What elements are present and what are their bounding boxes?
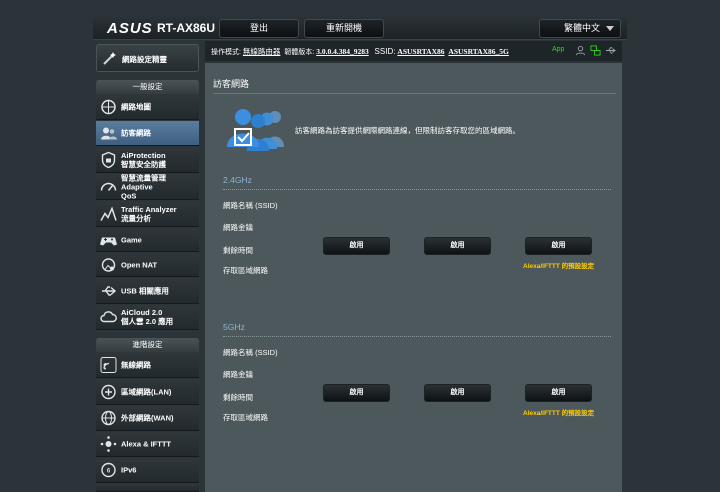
app-link[interactable]: App (552, 46, 564, 53)
ipv6-icon: 6 (101, 462, 116, 478)
remaining-time-row-label: 剩餘時間 (223, 393, 253, 402)
sidebar-item-label: 訪客網路 (121, 128, 151, 138)
top-banner: ASUS RT-AX86U 登出 重新開機 繁體中文 (93, 16, 627, 40)
network-status-icon[interactable] (590, 45, 601, 56)
open-nat-icon (101, 257, 116, 272)
sidebar-item-label: 區域網路(LAN) (121, 387, 172, 396)
alexa-default-note-24: Alexa/IFTTT 的預設設定 (523, 263, 595, 270)
sidebar-item-label: 無線網路 (121, 360, 151, 369)
ssid-row-label: 網路名稱 (SSID) (223, 201, 278, 210)
guest-network-description: 訪客網路為訪客提供網際網路連線，但限制訪客存取您的區域網路。 (295, 126, 520, 135)
usb-status-icon[interactable] (605, 45, 616, 56)
alexa-default-note-5: Alexa/IFTTT 的預設設定 (523, 410, 595, 417)
enable-guest-5-3-button[interactable]: 啟用 (525, 384, 592, 402)
enable-guest-24-1-button[interactable]: 啟用 (323, 237, 390, 255)
game-controller-icon (100, 237, 117, 245)
sidebar-item-network-map[interactable]: 網路地圖 (96, 94, 199, 120)
sidebar-item-label: IPv6 (121, 465, 137, 475)
aiprotection-icon (101, 151, 116, 168)
sidebar-item-guest-network[interactable]: 訪客網路 (96, 121, 199, 146)
enable-guest-5-2-button[interactable]: 啟用 (424, 384, 491, 402)
usb-icon (102, 285, 117, 296)
network-key-row-label: 網路金鑰 (223, 223, 253, 232)
sidebar-item-label: Open NAT (121, 260, 158, 269)
advanced-settings-header: 進階設定 (96, 338, 199, 352)
sidebar-item-label: AiCloud 2.0 個人雲 2.0 應用 (121, 308, 174, 326)
quick-setup-label: 網路設定精靈 (122, 55, 167, 64)
quick-setup-button[interactable]: 網路設定精靈 (96, 44, 199, 72)
sidebar-item-label: 智慧流量管理 Adaptive QoS (121, 173, 166, 200)
status-bar: 操作模式: 無線路由器 韌體版本: 3.0.0.4.384_9283 SSID:… (205, 41, 622, 61)
sidebar-item-ipv6[interactable]: 6 IPv6 (96, 458, 199, 483)
network-key-row-label: 網路金鑰 (223, 370, 253, 379)
page-title: 訪客網路 (213, 79, 250, 89)
traffic-analyzer-icon (100, 205, 117, 221)
band-divider (223, 189, 611, 190)
wizard-wand-icon (103, 52, 116, 65)
sidebar-item-partial[interactable] (96, 484, 199, 492)
chevron-down-icon (606, 26, 614, 31)
sidebar-item-aiprotection[interactable]: AiProtection 智慧安全防護 (96, 147, 199, 173)
intranet-access-row-label: 存取區域網路 (223, 413, 268, 422)
band-5ghz-title: 5GHz (223, 322, 245, 332)
asus-logo: ASUS (107, 20, 153, 37)
sidebar-item-label: USB 相關應用 (121, 286, 169, 295)
ssid-label: SSID: (374, 47, 396, 56)
sidebar-item-lan[interactable]: 區域網路(LAN) (96, 379, 199, 405)
main-panel: 訪客網路 訪客網路為訪客提供網際網路連線，但限制訪客存取您的區域網路。 2.4G… (205, 63, 622, 492)
band-divider (223, 336, 611, 337)
operation-mode-label: 操作模式: (211, 49, 241, 56)
sidebar-item-wireless[interactable]: 無線網路 (96, 352, 199, 378)
sidebar-item-label: Alexa & IFTTT (121, 439, 172, 449)
aicloud-icon (100, 311, 117, 323)
sidebar-item-label: Traffic Analyzer 流量分析 (121, 204, 177, 223)
enable-guest-24-3-button[interactable]: 啟用 (525, 237, 592, 255)
router-model: RT-AX86U (157, 21, 216, 35)
alexa-icon (100, 436, 117, 452)
lan-icon (101, 384, 116, 399)
language-label: 繁體中文 (564, 23, 601, 33)
svg-text:6: 6 (107, 469, 111, 475)
reboot-button[interactable]: 重新開機 (304, 19, 384, 38)
sidebar-item-wan[interactable]: 外部網路(WAN) (96, 406, 199, 431)
firmware-link[interactable]: 3.0.0.4.384_9283 (316, 47, 369, 56)
enable-guest-24-2-button[interactable]: 啟用 (424, 237, 491, 255)
sidebar-item-open-nat[interactable]: Open NAT (96, 253, 199, 277)
sidebar-item-label: AiProtection 智慧安全防護 (121, 150, 166, 169)
sidebar-item-label: 網路地圖 (121, 102, 151, 111)
guest-network-icon (101, 127, 117, 140)
sidebar-item-traffic-analyzer[interactable]: Traffic Analyzer 流量分析 (96, 201, 199, 227)
remaining-time-row-label: 剩餘時間 (223, 246, 253, 255)
logout-button[interactable]: 登出 (219, 19, 299, 38)
sidebar-item-game[interactable]: Game (96, 228, 199, 252)
qos-gauge-icon (100, 182, 117, 191)
sidebar-item-adaptive-qos[interactable]: 智慧流量管理 Adaptive QoS (96, 173, 199, 200)
ssid-24-link[interactable]: ASUSRTAX86 (397, 47, 444, 56)
general-settings-header: 一般設定 (96, 80, 199, 94)
sidebar-item-label: 外部網路(WAN) (121, 413, 174, 423)
wan-globe-icon (101, 410, 116, 426)
band-24ghz-title: 2.4GHz (223, 175, 252, 185)
sidebar-item-usb[interactable]: USB 相關應用 (96, 278, 199, 304)
sidebar-item-alexa-ifttt[interactable]: Alexa & IFTTT (96, 432, 199, 457)
ssid-row-label: 網路名稱 (SSID) (223, 348, 278, 357)
enable-guest-5-1-button[interactable]: 啟用 (323, 384, 390, 402)
title-divider (213, 93, 616, 94)
guest-users-illustration-icon (227, 109, 284, 151)
language-select[interactable]: 繁體中文 (539, 19, 621, 38)
wireless-icon (100, 356, 117, 373)
operation-mode-link[interactable]: 無線路由器 (243, 47, 281, 56)
sidebar-item-aicloud[interactable]: AiCloud 2.0 個人雲 2.0 應用 (96, 305, 199, 330)
ssid-5-link[interactable]: ASUSRTAX86_5G (448, 47, 508, 56)
users-icon[interactable] (575, 45, 586, 56)
firmware-label: 韌體版本: (284, 49, 315, 56)
intranet-access-row-label: 存取區域網路 (223, 266, 268, 275)
network-map-icon (101, 99, 116, 114)
sidebar-item-label: Game (121, 235, 142, 244)
